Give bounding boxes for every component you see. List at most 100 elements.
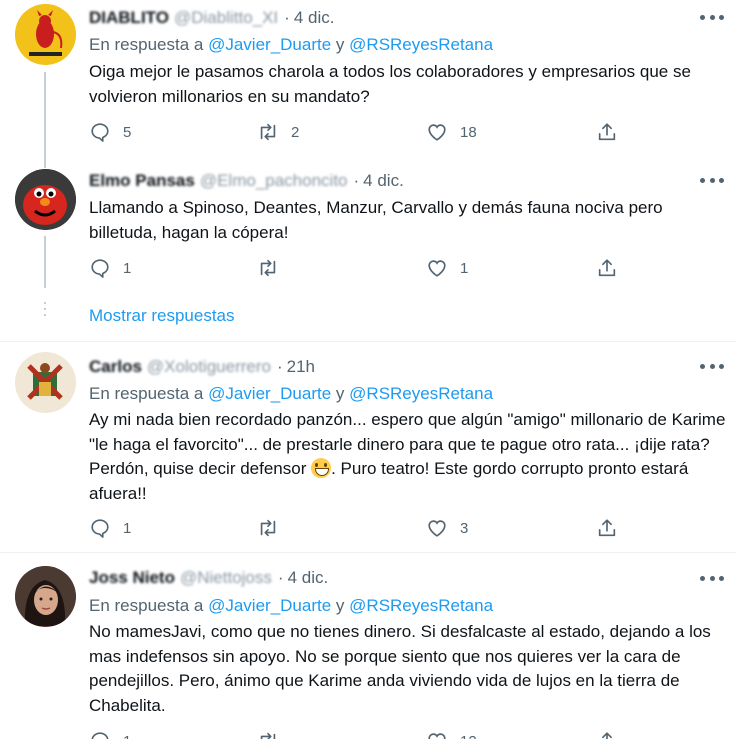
mention-link[interactable]: @RSReyesRetana	[349, 596, 493, 615]
thread-line	[44, 72, 46, 168]
retweet-button[interactable]	[257, 516, 291, 540]
tweet-header: DIABLITO @Diablitto_XI · 4 dic.	[89, 7, 334, 29]
reply-count: 5	[123, 123, 132, 141]
more-icon[interactable]	[700, 11, 724, 23]
handle[interactable]: @Niettojoss	[180, 568, 272, 588]
tweet-text: No mamesJavi, como que no tienes dinero.…	[89, 622, 711, 715]
heart-icon	[428, 124, 446, 141]
share-icon	[598, 259, 616, 277]
display-name[interactable]: Joss Nieto	[89, 568, 175, 588]
handle[interactable]: @Diablitto_XI	[174, 8, 278, 28]
share-icon	[598, 519, 616, 537]
reply-icon	[91, 259, 109, 278]
reply-to-joiner: y	[335, 35, 345, 54]
heart-icon	[428, 733, 446, 739]
avatar[interactable]	[15, 4, 76, 65]
thread-line	[44, 236, 46, 288]
action-bar: 5 2 18	[89, 120, 629, 144]
share-button[interactable]	[596, 729, 618, 739]
heart-icon	[428, 520, 446, 537]
tweet-header: Joss Nieto @Niettojoss · 4 dic.	[89, 567, 328, 589]
tweet-header: Carlos @Xolotiguerrero · 21h	[89, 356, 315, 378]
more-icon[interactable]	[700, 572, 724, 584]
reply-to-prefix: En respuesta a	[89, 596, 204, 615]
avatar[interactable]	[15, 169, 76, 230]
reply-button[interactable]: 1	[89, 729, 131, 739]
like-button[interactable]: 18	[426, 120, 477, 144]
like-count: 12	[460, 733, 477, 739]
action-bar: 1 12	[89, 729, 629, 739]
heart-icon	[428, 260, 446, 277]
retweet-button[interactable]	[257, 729, 291, 739]
share-icon	[598, 123, 616, 141]
reply-icon	[91, 732, 109, 739]
timestamp[interactable]: 4 dic.	[288, 568, 329, 588]
like-count: 1	[460, 259, 469, 277]
reply-to-joiner: y	[335, 384, 345, 403]
mention-link[interactable]: @Javier_Duarte	[208, 384, 331, 403]
retweet-icon	[260, 259, 276, 277]
reply-to-line: En respuesta a @Javier_Duarte y @RSReyes…	[89, 596, 493, 616]
reply-count: 1	[123, 733, 131, 739]
share-button[interactable]	[596, 516, 618, 540]
like-count: 3	[460, 519, 469, 537]
separator-dot: ·	[276, 357, 283, 376]
avatar[interactable]	[15, 352, 76, 413]
share-button[interactable]	[596, 120, 618, 144]
share-button[interactable]	[596, 256, 618, 280]
tweet-header: Elmo Pansas @Elmo_pachoncito · 4 dic.	[89, 170, 404, 192]
tweet[interactable]: Joss Nieto @Niettojoss · 4 dic. En respu…	[0, 553, 736, 739]
handle[interactable]: @Elmo_pachoncito	[200, 171, 348, 191]
reply-to-line: En respuesta a @Javier_Duarte y @RSReyes…	[89, 384, 493, 404]
retweet-button[interactable]	[257, 256, 291, 280]
timestamp[interactable]: 4 dic.	[294, 8, 335, 28]
display-name[interactable]: Elmo Pansas	[89, 171, 195, 191]
reply-button[interactable]: 1	[89, 516, 131, 540]
tweet-text: Ay mi nada bien recordado panzón... espe…	[89, 408, 729, 506]
tweet-text: Oiga mejor le pasamos charola a todos lo…	[89, 62, 691, 106]
reply-to-prefix: En respuesta a	[89, 384, 204, 403]
tweet[interactable]: Carlos @Xolotiguerrero · 21h En respuest…	[0, 342, 736, 552]
reply-icon	[91, 123, 109, 142]
separator-dot: ·	[284, 8, 290, 27]
more-icon[interactable]	[700, 174, 724, 186]
like-count: 18	[460, 123, 477, 141]
retweet-count: 2	[291, 123, 300, 141]
thread-dots	[44, 302, 46, 320]
reply-icon	[91, 519, 109, 538]
retweet-icon	[260, 732, 276, 739]
handle[interactable]: @Xolotiguerrero	[147, 357, 271, 377]
reply-button[interactable]: 1	[89, 256, 131, 280]
reply-to-prefix: En respuesta a	[89, 35, 204, 54]
reply-count: 1	[123, 259, 132, 277]
separator-dot: ·	[353, 171, 360, 190]
retweet-button[interactable]: 2	[257, 120, 299, 144]
mention-link[interactable]: @RSReyesRetana	[349, 384, 493, 403]
avatar[interactable]	[15, 566, 76, 627]
reply-to-joiner: y	[335, 596, 345, 615]
action-bar: 1 1	[89, 256, 629, 280]
reply-count: 1	[123, 519, 132, 537]
reply-to-line: En respuesta a @Javier_Duarte y @RSReyes…	[89, 35, 493, 55]
grinning-face-emoji	[311, 458, 332, 478]
show-replies-link[interactable]: Mostrar respuestas	[89, 306, 235, 326]
mention-link[interactable]: @Javier_Duarte	[208, 35, 331, 54]
retweet-icon	[260, 519, 276, 537]
share-icon	[602, 732, 612, 739]
timestamp[interactable]: 4 dic.	[363, 171, 404, 191]
tweet[interactable]: Elmo Pansas @Elmo_pachoncito · 4 dic. Ll…	[0, 168, 736, 288]
like-button[interactable]: 3	[426, 516, 468, 540]
more-icon[interactable]	[700, 360, 724, 372]
like-button[interactable]: 1	[426, 256, 468, 280]
like-button[interactable]: 12	[426, 729, 477, 739]
display-name[interactable]: DIABLITO	[89, 8, 169, 28]
action-bar: 1 3	[89, 516, 629, 540]
tweet[interactable]: DIABLITO @Diablitto_XI · 4 dic. En respu…	[0, 0, 736, 168]
tweet-text: Llamando a Spinoso, Deantes, Manzur, Car…	[89, 198, 663, 242]
separator-dot: ·	[277, 568, 284, 587]
display-name[interactable]: Carlos	[89, 357, 142, 377]
timestamp[interactable]: 21h	[287, 357, 315, 377]
mention-link[interactable]: @Javier_Duarte	[208, 596, 331, 615]
reply-button[interactable]: 5	[89, 120, 131, 144]
mention-link[interactable]: @RSReyesRetana	[349, 35, 493, 54]
